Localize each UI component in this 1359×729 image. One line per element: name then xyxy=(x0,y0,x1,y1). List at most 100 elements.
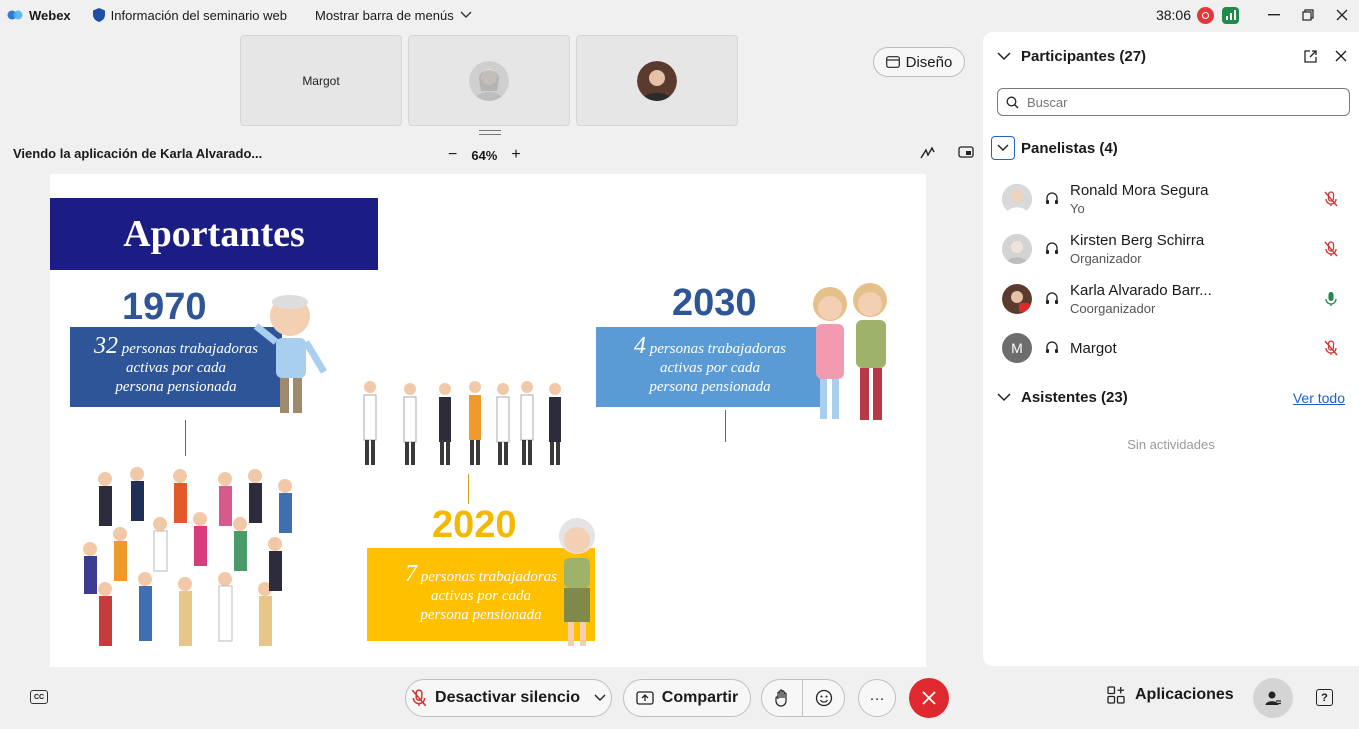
reactions-group xyxy=(761,679,845,717)
mic-muted-icon[interactable] xyxy=(1324,340,1338,356)
elderly-couple-illustration xyxy=(813,283,887,420)
pop-out-share-icon[interactable] xyxy=(958,146,974,160)
chevron-down-icon[interactable] xyxy=(991,136,1015,160)
captions-icon[interactable]: CC xyxy=(30,690,48,704)
resize-handle[interactable] xyxy=(479,130,501,135)
zoom-level: 64% xyxy=(471,147,498,163)
avatar: M xyxy=(1002,333,1032,363)
participant-search[interactable] xyxy=(997,88,1350,116)
panelists-section-header[interactable]: Panelistas (4) xyxy=(991,136,1118,160)
leave-meeting-button[interactable] xyxy=(909,678,949,718)
help-icon[interactable]: ? xyxy=(1316,689,1333,706)
avatar xyxy=(1002,284,1032,314)
participant-role: Coorganizador xyxy=(1070,301,1156,316)
participant-name: Ronald Mora Segura xyxy=(1070,182,1209,199)
zoom-out-button[interactable]: − xyxy=(448,146,457,164)
headset-icon xyxy=(1046,341,1058,353)
list-item[interactable]: Ronald Mora Segura Yo xyxy=(1002,179,1348,219)
participants-title: Participantes (27) xyxy=(1021,48,1147,65)
arrow-up xyxy=(468,474,469,504)
list-item[interactable]: Karla Alvarado Barr... Coorganizador xyxy=(1002,279,1348,319)
year-2020: 2020 xyxy=(432,504,517,546)
session-timer: 38:06 xyxy=(1155,7,1191,23)
menu-bar-toggle[interactable]: Mostrar barra de menús xyxy=(315,8,472,23)
raise-hand-icon xyxy=(775,689,787,707)
participant-role: Organizador xyxy=(1070,251,1142,266)
close-window-icon[interactable] xyxy=(1325,0,1359,30)
chevron-down-icon[interactable] xyxy=(997,52,1011,61)
unmute-label: Desactivar silencio xyxy=(435,689,580,706)
search-input[interactable] xyxy=(1027,94,1327,110)
ratio-line2: activas por cada xyxy=(660,360,760,376)
participants-toggle-button[interactable] xyxy=(1253,678,1293,718)
participant-role: Yo xyxy=(1070,201,1085,216)
recording-icon[interactable] xyxy=(1197,6,1214,24)
close-icon[interactable] xyxy=(1335,50,1347,62)
workers-crowd-illustration xyxy=(83,467,292,646)
pop-out-icon[interactable] xyxy=(1304,50,1317,63)
attendees-section-header[interactable]: Asistentes (23) Ver todo xyxy=(997,389,1345,406)
minimize-icon[interactable] xyxy=(1257,0,1291,30)
meeting-controls: CC Desactivar silencio Compartir ··· Apl… xyxy=(0,668,1359,729)
seminar-info-label: Información del seminario web xyxy=(110,7,287,23)
video-thumbnail-margot[interactable]: Margot xyxy=(240,35,402,126)
headset-icon xyxy=(1046,292,1058,304)
ratio-line1: personas trabajadoras xyxy=(117,341,259,357)
apps-button[interactable]: Aplicaciones xyxy=(1107,686,1234,704)
layout-button[interactable]: Diseño xyxy=(873,47,965,77)
year-1970: 1970 xyxy=(122,286,207,328)
share-screen-icon xyxy=(636,691,654,705)
layout-label: Diseño xyxy=(905,53,953,71)
more-icon: ··· xyxy=(869,689,885,707)
participant-name: Kirsten Berg Schirra xyxy=(1070,232,1205,249)
avatar xyxy=(469,60,509,101)
thumbnail-name: Margot xyxy=(302,73,340,88)
workers-row-illustration xyxy=(363,381,561,465)
share-button[interactable]: Compartir xyxy=(623,679,751,717)
network-health-icon[interactable] xyxy=(1222,6,1239,24)
list-item[interactable]: M Margot xyxy=(1002,328,1348,368)
apps-label: Aplicaciones xyxy=(1135,686,1234,703)
headset-icon xyxy=(1046,242,1058,254)
participant-name: Margot xyxy=(1070,339,1117,357)
ratio-line3: persona pensionada xyxy=(649,379,771,395)
raise-hand-button[interactable] xyxy=(762,679,803,717)
video-thumbnail-karla[interactable] xyxy=(576,35,738,126)
participants-header: Participantes (27) xyxy=(997,48,1347,65)
webex-brand: Webex xyxy=(7,8,71,23)
mic-muted-icon[interactable] xyxy=(1324,191,1338,207)
attendees-title: Asistentes (23) xyxy=(1021,389,1128,406)
ratio-line1: personas trabajadoras xyxy=(645,341,787,357)
shield-icon xyxy=(92,8,105,22)
unmute-button[interactable]: Desactivar silencio xyxy=(405,679,612,717)
sharing-status: Viendo la aplicación de Karla Alvarado..… xyxy=(13,146,263,161)
seminar-info-button[interactable]: Información del seminario web xyxy=(92,7,287,23)
year-2030: 2030 xyxy=(672,282,757,324)
ratio-line2: activas por cada xyxy=(126,360,226,376)
see-all-link[interactable]: Ver todo xyxy=(1293,390,1345,406)
mic-active-icon[interactable] xyxy=(1324,291,1338,307)
mic-muted-icon[interactable] xyxy=(1324,241,1338,257)
apps-icon xyxy=(1107,686,1125,704)
video-thumbnail-kirsten[interactable] xyxy=(408,35,570,126)
elderly-man-illustration xyxy=(253,295,328,413)
menu-bar-label: Mostrar barra de menús xyxy=(314,7,454,23)
list-item[interactable]: Kirsten Berg Schirra Organizador xyxy=(1002,229,1348,269)
ratio-number: 4 xyxy=(633,333,646,359)
search-icon xyxy=(1006,96,1019,108)
avatar xyxy=(1002,234,1032,264)
chevron-down-icon[interactable] xyxy=(997,393,1011,402)
restore-icon[interactable] xyxy=(1291,0,1325,30)
more-options-button[interactable]: ··· xyxy=(858,679,896,717)
chevron-down-icon[interactable] xyxy=(594,694,606,702)
reactions-button[interactable] xyxy=(803,689,844,707)
ratio-line1: personas trabajadoras xyxy=(416,568,558,585)
panelists-title: Panelistas (4) xyxy=(1021,139,1118,157)
annotate-icon[interactable] xyxy=(920,146,936,160)
zoom-control: − 64% + xyxy=(448,146,521,164)
title-bar: Webex Información del seminario web Most… xyxy=(0,0,1359,30)
zoom-in-button[interactable]: + xyxy=(511,146,520,164)
elderly-woman-illustration xyxy=(559,518,595,646)
ratio-box-2030: 4 personas trabajadoras activas por cada… xyxy=(596,327,824,407)
mic-muted-icon xyxy=(411,689,427,707)
